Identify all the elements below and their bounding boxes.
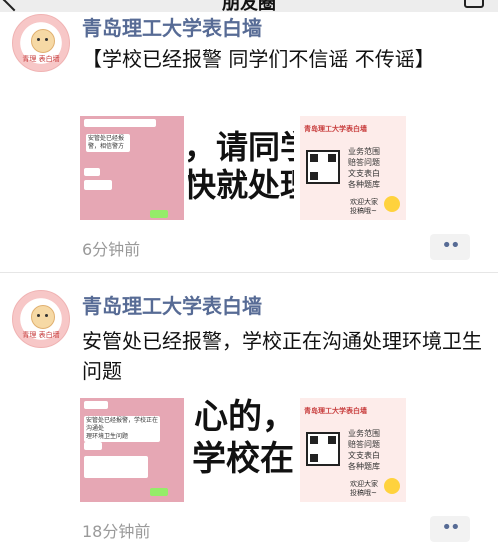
more-options-button[interactable]: •• <box>430 516 470 542</box>
mascot-icon <box>31 305 55 329</box>
chat-bubble: 安管处已经报 警，相信警方 <box>86 134 130 152</box>
image-thumbnail[interactable]: 安管处已经报 警，相信警方 <box>80 116 184 220</box>
author-name[interactable]: 青岛理工大学表白墙 <box>82 12 262 41</box>
poster-list: 业务范围 赔答问题 文支表白 各种题库 <box>348 429 380 471</box>
image-thumbnail[interactable]: ，请同学 快就处理 <box>188 116 294 220</box>
mascot-icon <box>31 29 55 53</box>
poster-list: 业务范围 赔答问题 文支表白 各种题库 <box>348 147 380 189</box>
post-text: 安管处已经报警，学校正在沟通处理环境卫生问题 <box>82 329 482 383</box>
post-time: 6分钟前 <box>82 240 141 259</box>
avatar-ring-text: 青理 表白墙 <box>22 55 60 63</box>
image-thumbnail[interactable]: 青岛理工大学表白墙 业务范围 赔答问题 文支表白 各种题库 欢迎大家 投稿哦~ <box>300 116 406 220</box>
author-name[interactable]: 青岛理工大学表白墙 <box>82 290 262 319</box>
divider <box>0 272 498 273</box>
post-text: 【学校已经报警 同学们不信谣 不传谣】 <box>82 47 435 71</box>
avatar[interactable]: 青理 表白墙 <box>12 14 70 72</box>
image-thumbnail[interactable]: 心的， 学校在 <box>188 398 294 502</box>
avatar[interactable]: 青理 表白墙 <box>12 290 70 348</box>
chat-bubble: 安管处已经报警，学校正在沟通处 理环境卫生问题 <box>84 416 160 442</box>
emoji-icon <box>384 478 400 494</box>
more-options-button[interactable]: •• <box>430 234 470 260</box>
top-navigation-bar: 朋友圈 <box>0 0 498 14</box>
post-time: 18分钟前 <box>82 522 151 541</box>
emoji-icon <box>384 196 400 212</box>
image-thumbnail[interactable]: 青岛理工大学表白墙 业务范围 赔答问题 文支表白 各种题库 欢迎大家 投稿哦~ <box>300 398 406 502</box>
camera-icon[interactable] <box>464 0 484 8</box>
qr-code-icon <box>306 150 340 184</box>
image-thumbnail[interactable]: 安管处已经报警，学校正在沟通处 理环境卫生问题 <box>80 398 184 502</box>
qr-code-icon <box>306 432 340 466</box>
